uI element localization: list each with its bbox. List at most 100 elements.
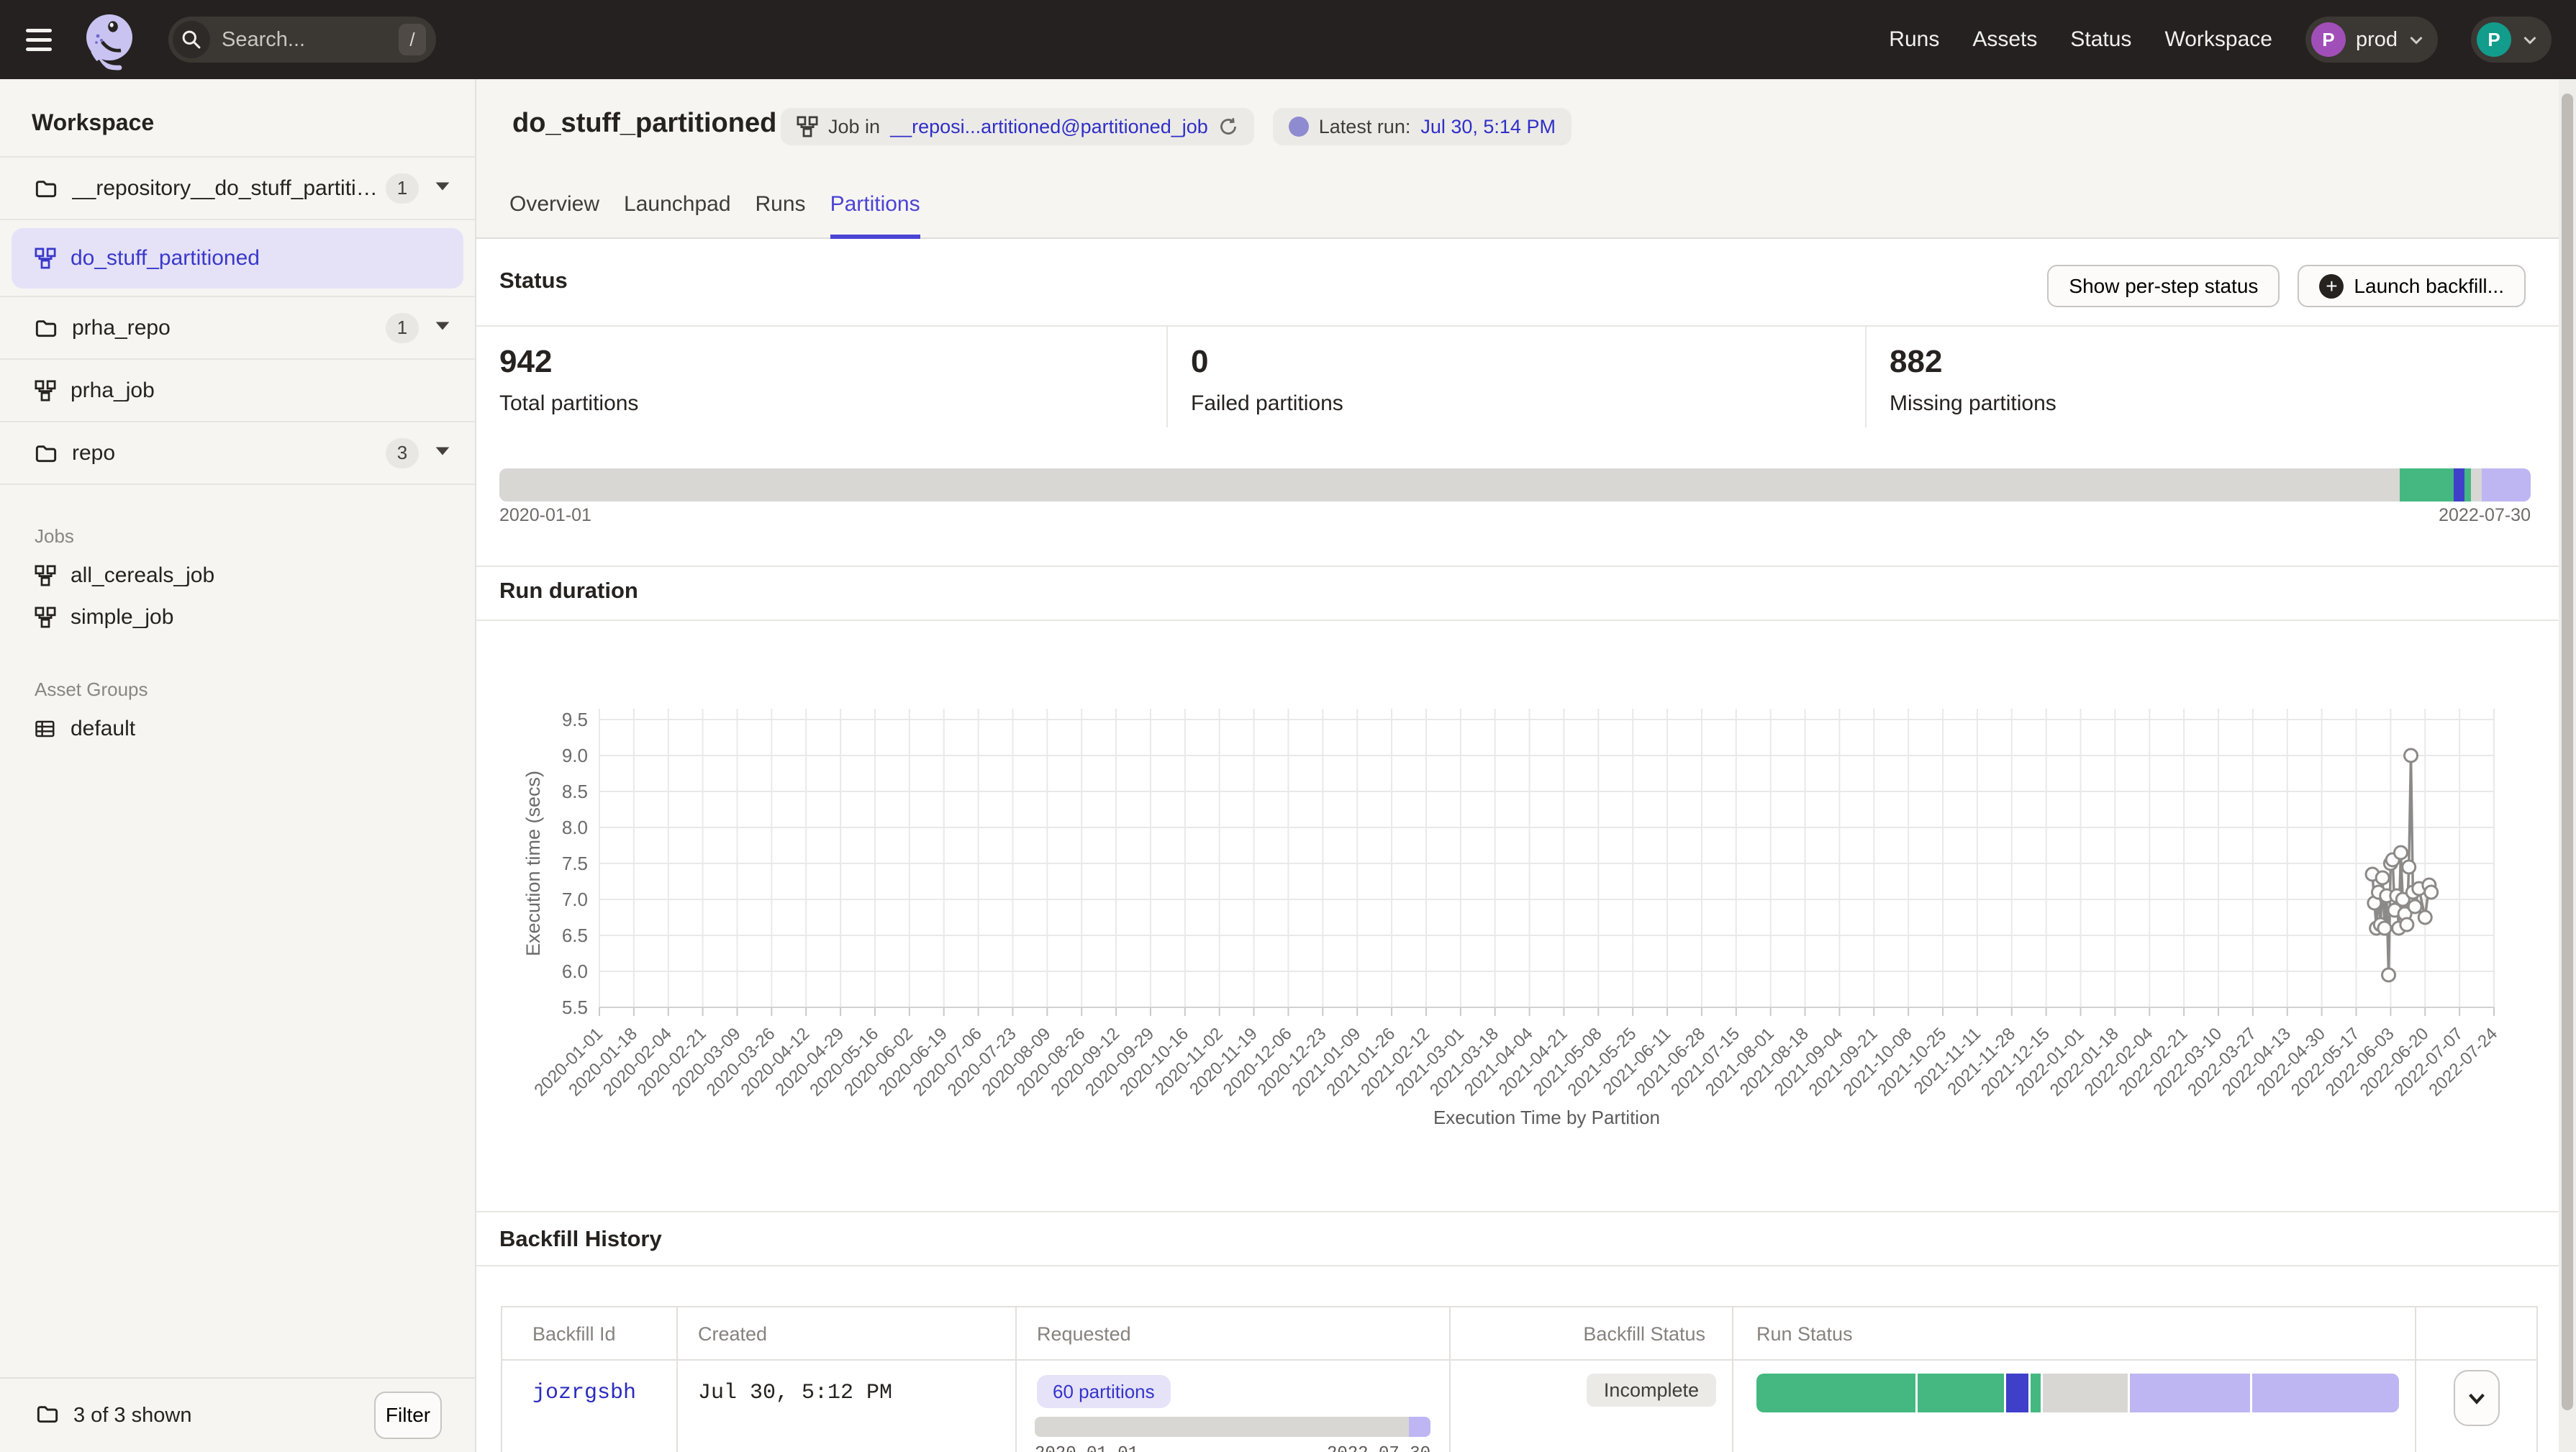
launch-backfill-button[interactable]: + Launch backfill... [2298, 265, 2526, 307]
user-avatar: P [2477, 22, 2511, 57]
hamburger-menu-icon[interactable] [26, 25, 55, 54]
backfill-id-link[interactable]: jozrgsbh [532, 1381, 636, 1405]
bar-segment [1035, 1417, 1409, 1437]
show-per-step-status-button[interactable]: Show per-step status [2047, 265, 2280, 307]
run-status-bar[interactable] [1756, 1374, 2399, 1412]
requested-bar-dates: 2020-01-01 2022-07-30 [1035, 1444, 1430, 1452]
stat-label: Missing partitions [1890, 391, 2559, 416]
sidebar-footer: 3 of 3 shown Filter [0, 1377, 475, 1452]
col-backfill-status: Backfill Status [1583, 1323, 1705, 1346]
topbar: Search... / Runs Assets Status Workspace P … [0, 0, 2576, 79]
chart-caption: Execution Time by Partition [599, 1107, 2494, 1129]
sidebar-item-label: simple_job [71, 605, 173, 630]
tab-runs[interactable]: Runs [756, 192, 806, 239]
chevron-down-icon [2466, 1387, 2487, 1409]
job-icon [35, 565, 56, 586]
sidebar-item-prha_job[interactable]: prha_job [0, 360, 475, 422]
run-duration-chart: 9.59.08.58.07.57.06.56.05.52020-01-01202… [476, 621, 2559, 1175]
chevron-down-icon [2521, 31, 2539, 48]
requested-partitions-badge[interactable]: 60 partitions [1037, 1375, 1171, 1408]
deployment-switcher[interactable]: P prod [2305, 17, 2438, 63]
partition-start-date: 2020-01-01 [499, 505, 591, 526]
deployment-avatar: P [2311, 22, 2346, 57]
latest-run-label: Latest run: [1319, 116, 1411, 138]
bar-segment [2471, 468, 2482, 502]
backfill-created: Jul 30, 5:12 PM [698, 1381, 892, 1405]
latest-run-tag: Latest run: Jul 30, 5:14 PM [1273, 108, 1572, 145]
plus-icon: + [2319, 274, 2344, 299]
svg-text:8.5: 8.5 [562, 781, 588, 802]
vertical-scrollbar [2559, 79, 2576, 1452]
backfill-history-heading: Backfill History [499, 1226, 662, 1252]
topnav-status[interactable]: Status [2070, 27, 2131, 52]
repo-count-badge: 3 [386, 438, 419, 468]
sidebar-item-simple_job[interactable]: simple_job [0, 596, 475, 638]
svg-text:5.5: 5.5 [562, 997, 588, 1018]
bar-segment [2006, 1374, 2028, 1412]
dagster-logo-icon[interactable] [82, 12, 140, 78]
caret-down-icon[interactable] [435, 181, 450, 195]
bar-segment [2130, 1374, 2250, 1412]
repo-label: __repository__do_stuff_partitio... [72, 176, 386, 201]
col-created: Created [698, 1323, 767, 1346]
sidebar-item-label: prha_job [71, 378, 450, 403]
search-input[interactable]: Search... / [168, 17, 436, 63]
sidebar-title: Workspace [0, 79, 475, 156]
sidebar-item-default[interactable]: default [0, 708, 475, 750]
filter-button[interactable]: Filter [374, 1392, 442, 1439]
status-heading: Status [499, 268, 568, 294]
svg-text:6.5: 6.5 [562, 925, 588, 946]
col-requested: Requested [1037, 1323, 1131, 1346]
deployment-label: prod [2356, 28, 2398, 52]
tab-partitions[interactable]: Partitions [830, 192, 920, 239]
sidebar-item-do_stuff_partitioned[interactable]: do_stuff_partitioned [12, 228, 463, 289]
bar-segment [2400, 468, 2454, 502]
sidebar-section-asset-groups: Asset Groups [35, 679, 475, 701]
chevron-down-icon [2408, 31, 2425, 48]
bar-segment [2043, 1374, 2128, 1412]
tab-overview[interactable]: Overview [509, 192, 599, 239]
partition-status-bar[interactable] [499, 468, 2531, 502]
latest-run-link[interactable]: Jul 30, 5:14 PM [1420, 116, 1556, 138]
sidebar-repo-repo[interactable]: repo3 [0, 422, 475, 485]
stat-failed-partitions: 0Failed partitions [1166, 327, 1865, 427]
expand-row-button[interactable] [2454, 1370, 2500, 1426]
svg-text:8.0: 8.0 [562, 817, 588, 838]
search-icon [173, 21, 210, 58]
job-tag: Job in __reposi...artitioned@partitioned… [781, 108, 1254, 145]
caret-down-icon[interactable] [435, 446, 450, 460]
partition-bar-dates: 2020-01-01 2022-07-30 [499, 505, 2531, 526]
workspace-sidebar: Workspace __repository__do_stuff_partiti… [0, 79, 476, 1452]
asset-group-icon [35, 718, 56, 740]
stat-label: Failed partitions [1191, 391, 1865, 416]
user-menu[interactable]: P [2471, 17, 2552, 63]
job-icon [797, 116, 818, 137]
scrollbar-thumb[interactable] [2562, 94, 2573, 1410]
topnav-workspace[interactable]: Workspace [2164, 27, 2272, 52]
job-icon [35, 248, 56, 269]
page-tabs: Overview Launchpad Runs Partitions [509, 192, 920, 239]
shown-count: 3 of 3 shown [73, 1404, 191, 1428]
topnav-assets[interactable]: Assets [1972, 27, 2037, 52]
sidebar-repo--repository-do-stuff-partitio-[interactable]: __repository__do_stuff_partitio...1 [0, 158, 475, 220]
requested-partitions-bar [1035, 1417, 1430, 1437]
refresh-icon[interactable] [1218, 117, 1238, 137]
topnav-runs[interactable]: Runs [1889, 27, 1939, 52]
bar-segment [2252, 1374, 2399, 1412]
search-shortcut-key: / [399, 24, 426, 55]
sidebar-repo-prha-repo[interactable]: prha_repo1 [0, 297, 475, 360]
caret-down-icon[interactable] [435, 321, 450, 335]
tab-launchpad[interactable]: Launchpad [624, 192, 730, 239]
top-navigation: Runs Assets Status Workspace P prod P [1889, 17, 2552, 63]
job-tag-link[interactable]: __reposi...artitioned@partitioned_job [890, 116, 1208, 138]
sidebar-item-all_cereals_job[interactable]: all_cereals_job [0, 555, 475, 596]
main-content: do_stuff_partitioned Job in __reposi...a… [476, 79, 2559, 1452]
run-status-dot-icon [1289, 117, 1309, 137]
bar-segment [499, 468, 2400, 502]
folder-icon [35, 177, 58, 200]
repo-label: repo [72, 441, 386, 466]
sidebar-item-label: default [71, 717, 135, 741]
svg-text:6.0: 6.0 [562, 961, 588, 982]
repo-label: prha_repo [72, 316, 386, 340]
col-backfill-id: Backfill Id [532, 1323, 616, 1346]
